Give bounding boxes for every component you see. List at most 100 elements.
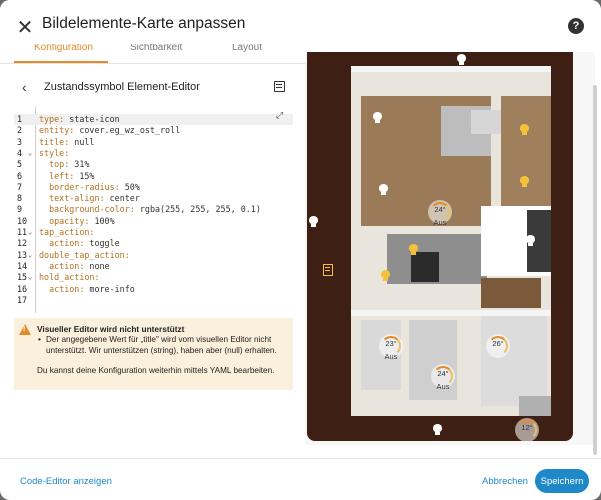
line-number: 10 xyxy=(17,215,28,226)
thermostat-state: Aus xyxy=(433,218,447,227)
code-line[interactable]: 10 opacity: 100% xyxy=(14,216,293,227)
code-line[interactable]: 1 type: state-icon xyxy=(14,114,293,126)
code-line[interactable]: 14 action: none xyxy=(14,261,293,272)
code-line[interactable]: 6 left: 15% xyxy=(14,171,293,182)
code-line[interactable]: 15 ⌄ hold_action: xyxy=(14,272,293,283)
yaml-value: none xyxy=(84,260,110,271)
fold-chevron-icon[interactable]: ⌄ xyxy=(28,227,32,238)
thermostat-value: 26° xyxy=(492,339,504,348)
back-arrow-icon[interactable]: ‹ xyxy=(22,79,27,95)
light-bulb-icon[interactable] xyxy=(520,124,529,135)
code-line[interactable]: 11 ⌄ tap_action: xyxy=(14,227,293,238)
yaml-value: 50% xyxy=(119,181,140,192)
thermostat-badge[interactable]: 26° xyxy=(486,334,510,358)
yaml-value: cover.eg_wz_ost_roll xyxy=(74,125,181,136)
code-text: top: 31% xyxy=(39,159,89,170)
thermostat-state: Aus xyxy=(436,382,450,391)
save-button[interactable]: Speichern xyxy=(535,469,589,493)
code-text: title: null xyxy=(39,137,94,148)
thermostat-badge[interactable]: 24° Aus xyxy=(428,200,452,227)
light-bulb-icon[interactable] xyxy=(526,235,535,246)
thermostat-value: 24° xyxy=(434,205,446,214)
code-line[interactable]: 16 action: more-info xyxy=(14,284,293,295)
fold-chevron-icon[interactable]: ⌄ xyxy=(28,272,32,283)
preview-scrollbar[interactable] xyxy=(593,85,597,455)
light-bulb-icon[interactable] xyxy=(379,184,388,195)
tab-layout[interactable]: Layout xyxy=(232,44,262,53)
code-line[interactable]: 17 xyxy=(14,295,293,306)
code-line[interactable]: 7 border-radius: 50% xyxy=(14,182,293,193)
help-icon[interactable]: ? xyxy=(568,18,584,34)
code-text: action: none xyxy=(39,261,110,272)
light-bulb-icon[interactable] xyxy=(520,176,529,187)
element-editor-title: Zustandssymbol Element-Editor xyxy=(44,81,200,93)
yaml-key: left: xyxy=(39,170,75,181)
expand-icon[interactable]: ⤢ xyxy=(276,111,283,121)
code-text: text-align: center xyxy=(39,193,140,204)
yaml-key: action: xyxy=(39,238,85,249)
yaml-value: 15% xyxy=(74,170,95,181)
yaml-code-editor[interactable]: 1 type: state-icon 2 entity: cover.eg_wz_os… xyxy=(14,107,293,313)
code-text: left: 15% xyxy=(39,171,94,182)
code-line[interactable]: 3 title: null xyxy=(14,137,293,148)
code-line[interactable]: 12 action: toggle xyxy=(14,238,293,249)
code-line[interactable]: 13 ⌄ double_tap_action: xyxy=(14,250,293,261)
line-number: 6 xyxy=(17,170,23,181)
thermostat-badge[interactable]: 24° Aus xyxy=(431,364,455,391)
code-text: hold_action: xyxy=(39,272,100,283)
code-line[interactable]: 2 entity: cover.eg_wz_ost_roll xyxy=(14,125,293,136)
yaml-key: tap_action: xyxy=(39,227,95,237)
light-bulb-icon[interactable] xyxy=(457,54,466,65)
code-line[interactable]: 8 text-align: center xyxy=(14,193,293,204)
show-code-editor-button[interactable]: Code-Editor anzeigen xyxy=(20,476,112,487)
thermostat-state: Aus xyxy=(384,352,398,361)
dialog-title: Bildelemente-Karte anpassen xyxy=(42,15,246,32)
code-line[interactable]: 5 top: 31% xyxy=(14,159,293,170)
yaml-value: more-info xyxy=(84,283,135,294)
yaml-key: hold_action: xyxy=(39,272,100,283)
yaml-key: border-radius: xyxy=(39,181,120,192)
yaml-value: toggle xyxy=(84,238,120,249)
list-view-icon[interactable] xyxy=(274,81,285,92)
cancel-button[interactable]: Abbrechen xyxy=(482,476,528,487)
tab-visibility[interactable]: Sichtbarkeit xyxy=(130,44,182,53)
thermostat-value: 24° xyxy=(437,369,449,378)
thermostat-badge[interactable]: 23° Aus xyxy=(379,334,403,361)
thermostat-badge[interactable]: 12° xyxy=(515,418,539,441)
line-number: 7 xyxy=(17,181,23,192)
warning-footer: Du kannst deine Konfiguration weiterhin … xyxy=(37,366,275,375)
fold-chevron-icon[interactable]: ⌄ xyxy=(28,250,32,261)
fold-chevron-icon[interactable]: ⌄ xyxy=(28,148,32,159)
yaml-key: background-color: xyxy=(39,204,135,215)
close-icon[interactable]: ✕ xyxy=(12,14,38,40)
line-number: 1 xyxy=(17,114,23,124)
tab-divider xyxy=(0,63,305,64)
light-bulb-icon[interactable] xyxy=(433,424,442,435)
tab-configuration[interactable]: Konfiguration xyxy=(34,44,93,53)
light-bulb-icon[interactable] xyxy=(409,244,418,255)
code-text: border-radius: 50% xyxy=(39,182,140,193)
yaml-key: action: xyxy=(39,260,85,271)
code-line[interactable]: 9 background-color: rgba(255, 255, 255, … xyxy=(14,204,293,215)
yaml-key: text-align: xyxy=(39,193,105,204)
code-line[interactable]: 4 ⌄ style: xyxy=(14,148,293,159)
line-number: 17 xyxy=(17,294,28,305)
yaml-key: double_tap_action: xyxy=(39,249,130,260)
line-number: 2 xyxy=(17,125,23,136)
thermostat-value: 12° xyxy=(521,423,533,432)
yaml-value: center xyxy=(104,193,140,204)
light-bulb-icon[interactable] xyxy=(309,216,318,227)
footer-divider xyxy=(0,458,601,459)
light-bulb-icon[interactable] xyxy=(381,270,390,281)
yaml-key: type: xyxy=(39,114,65,124)
warning-icon: ! xyxy=(19,324,31,335)
code-text: action: more-info xyxy=(39,284,135,295)
edit-card-dialog: ✕ Bildelemente-Karte anpassen ? Konfigur… xyxy=(0,0,601,500)
code-text: style: xyxy=(39,148,69,159)
light-bulb-icon[interactable] xyxy=(373,112,382,123)
yaml-value: rgba(255, 255, 255, 0.1) xyxy=(134,204,261,215)
code-text: type: state-icon xyxy=(39,114,120,125)
floorplan-preview: 24° Aus 23° Aus 26° 24° Aus 12° xyxy=(307,52,573,441)
shutter-icon[interactable] xyxy=(323,264,333,276)
yaml-key: action: xyxy=(39,283,85,294)
